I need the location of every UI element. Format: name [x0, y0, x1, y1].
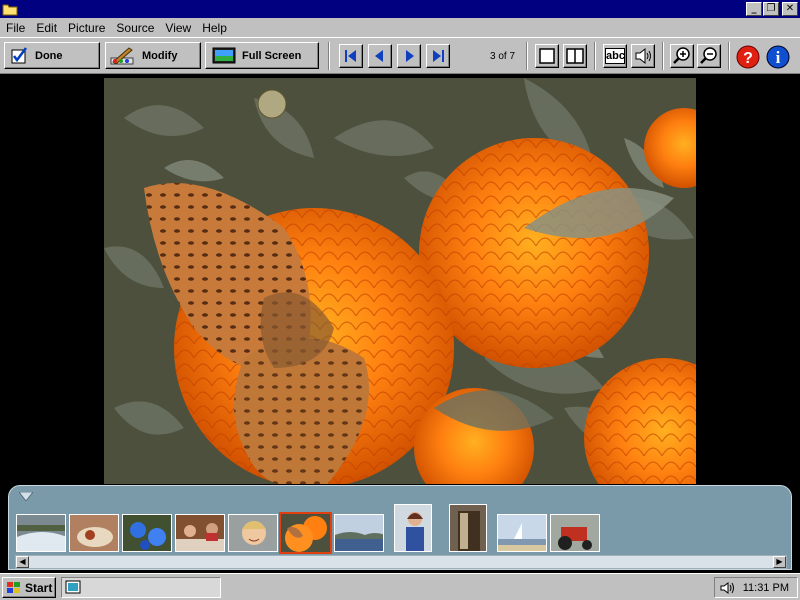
- thumbnail[interactable]: [550, 514, 600, 552]
- volume-icon[interactable]: [719, 580, 735, 596]
- checkbox-check-icon: [11, 46, 27, 63]
- toolbar-separator: [526, 42, 528, 70]
- horizontal-scrollbar[interactable]: ◀ ▶: [15, 555, 787, 569]
- taskbar-app-button[interactable]: [61, 577, 221, 598]
- single-view-button[interactable]: [535, 44, 559, 68]
- help-button[interactable]: ?: [735, 44, 760, 69]
- menu-bar: File Edit Picture Source View Help: [0, 18, 800, 37]
- minimize-button[interactable]: _: [746, 2, 762, 16]
- title-bar: _ ❐ ✕: [0, 0, 800, 18]
- previous-button[interactable]: [368, 44, 392, 68]
- split-view-button[interactable]: [563, 44, 587, 68]
- red-tractor-thumbnail: [551, 515, 599, 551]
- last-icon: [433, 50, 444, 62]
- help-icon: ?: [736, 45, 760, 69]
- toolbar-separator: [728, 42, 730, 70]
- toolbar-separator: [328, 42, 330, 70]
- done-label: Done: [35, 49, 63, 62]
- scroll-right-icon[interactable]: ▶: [773, 556, 786, 568]
- fullscreen-button[interactable]: Full Screen: [205, 42, 319, 69]
- butterfly-marigolds-thumbnail: [281, 514, 330, 552]
- modify-button[interactable]: Modify: [105, 42, 201, 69]
- clock[interactable]: 11:31 PM: [743, 582, 789, 594]
- scroll-left-icon[interactable]: ◀: [16, 556, 29, 568]
- menu-picture[interactable]: Picture: [62, 21, 110, 35]
- picture-viewer-icon: [65, 580, 81, 594]
- thumbnail[interactable]: [449, 504, 487, 552]
- info-button[interactable]: i: [765, 44, 790, 69]
- first-icon: [345, 50, 356, 62]
- close-button[interactable]: ✕: [782, 2, 798, 16]
- zoom-in-icon: [673, 47, 690, 64]
- thumbnail[interactable]: [69, 514, 119, 552]
- next-button[interactable]: [397, 44, 421, 68]
- thumbnail-selected[interactable]: [279, 512, 332, 554]
- food-plate-thumbnail: [70, 515, 118, 551]
- taskbar: Start 11:31 PM: [0, 573, 800, 600]
- sailboat-shore-thumbnail: [498, 515, 546, 551]
- last-button[interactable]: [426, 44, 450, 68]
- windows-logo-icon: [7, 581, 20, 593]
- thumbnail[interactable]: [394, 504, 432, 552]
- caption-icon: abc: [605, 48, 625, 64]
- image-counter: 3 of 7: [490, 51, 516, 62]
- doorway-thumbnail: [450, 505, 486, 551]
- thumbnail[interactable]: [334, 514, 384, 552]
- main-photo: [104, 78, 696, 484]
- start-label: Start: [25, 580, 53, 595]
- speaker-icon: [635, 47, 651, 65]
- previous-icon: [375, 50, 383, 62]
- svg-text:i: i: [776, 48, 781, 67]
- toolbar-separator: [662, 42, 664, 70]
- thumbnail[interactable]: [497, 514, 547, 552]
- zoom-in-button[interactable]: [670, 44, 694, 68]
- svg-text:?: ?: [743, 50, 753, 67]
- zoom-out-icon: [700, 47, 717, 64]
- sound-button[interactable]: [631, 44, 655, 68]
- toolbar-separator: [594, 42, 596, 70]
- split-view-icon: [566, 48, 584, 64]
- blue-flowers-thumbnail: [123, 515, 171, 551]
- paint-brush-icon: [110, 46, 134, 65]
- menu-view[interactable]: View: [159, 21, 196, 35]
- film-strip: ◀ ▶: [8, 485, 792, 570]
- start-button[interactable]: Start: [2, 577, 56, 598]
- caption-button[interactable]: abc: [603, 44, 627, 68]
- menu-file[interactable]: File: [0, 21, 30, 35]
- lake-landscape-thumbnail: [335, 515, 383, 551]
- menu-help[interactable]: Help: [196, 21, 232, 35]
- next-icon: [406, 50, 414, 62]
- thumbnail[interactable]: [175, 514, 225, 552]
- info-icon: i: [766, 45, 790, 69]
- collapse-triangle-icon[interactable]: [19, 492, 33, 501]
- single-view-icon: [539, 48, 555, 64]
- system-tray: 11:31 PM: [714, 577, 798, 598]
- thumbnail[interactable]: [16, 514, 66, 552]
- menu-edit[interactable]: Edit: [30, 21, 62, 35]
- butterfly-marigold-image: [104, 78, 696, 484]
- restore-button[interactable]: ❐: [763, 2, 779, 16]
- smiling-child-thumbnail: [229, 515, 277, 551]
- modify-label: Modify: [142, 49, 178, 62]
- done-button[interactable]: Done: [4, 42, 100, 69]
- people-dining-thumbnail: [176, 515, 224, 551]
- thumbnail[interactable]: [122, 514, 172, 552]
- menu-source[interactable]: Source: [110, 21, 159, 35]
- monitor-icon: [212, 47, 236, 63]
- river-rapids-thumbnail: [17, 515, 65, 551]
- zoom-out-button[interactable]: [697, 44, 721, 68]
- thumbnail[interactable]: [228, 514, 278, 552]
- toolbar: Done Modify Full Screen 3 of 7 abc ? i: [0, 37, 800, 74]
- fullscreen-label: Full Screen: [242, 49, 302, 62]
- folder-icon: [2, 4, 18, 16]
- first-button[interactable]: [339, 44, 363, 68]
- person-portrait-thumbnail: [395, 505, 431, 551]
